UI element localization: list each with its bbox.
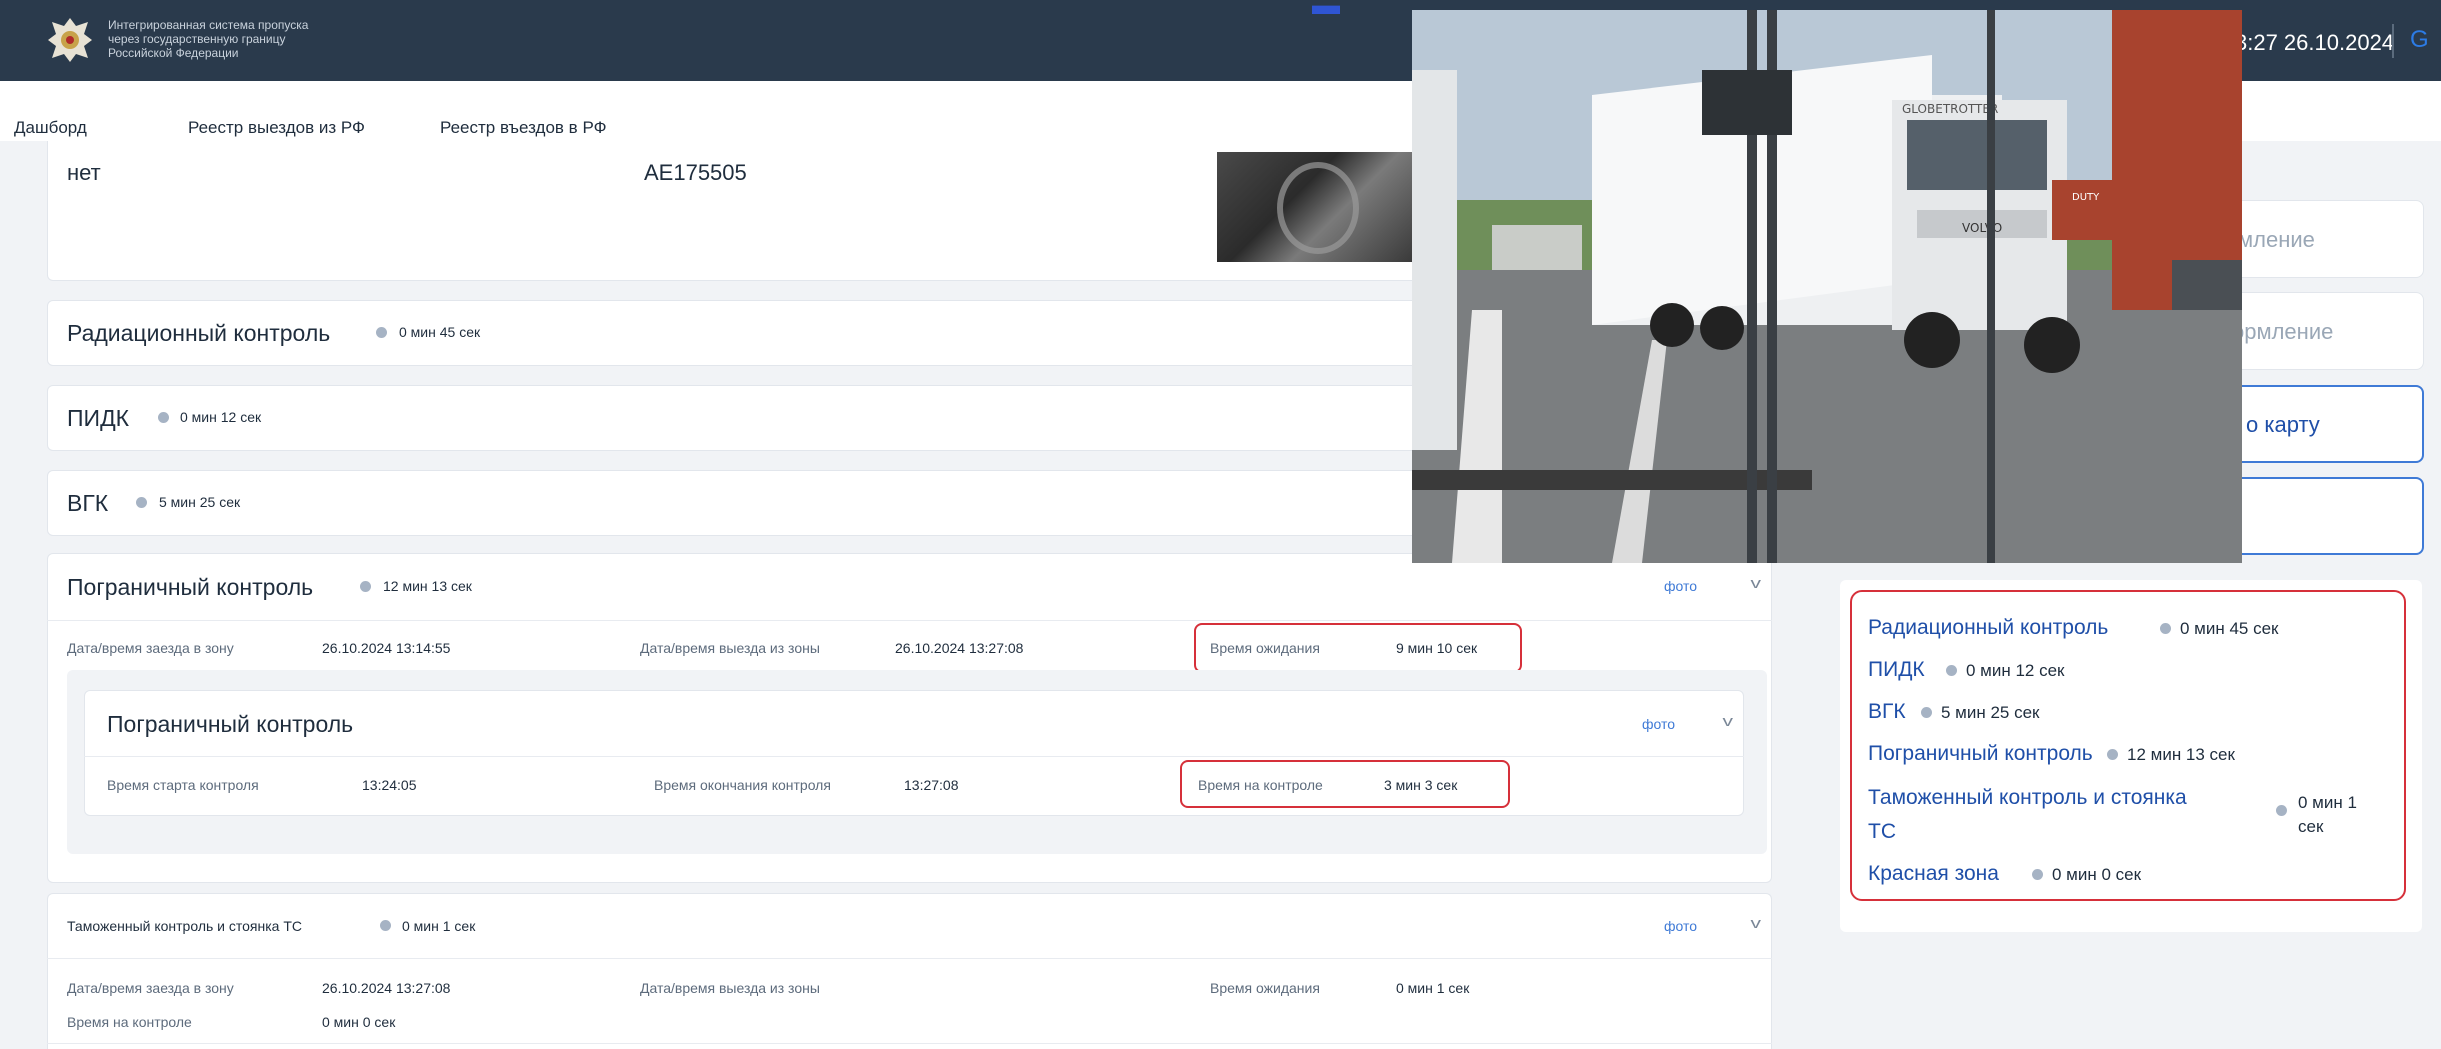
section-customs — [47, 893, 1772, 1049]
section-border-photo-link[interactable]: фото — [1664, 578, 1697, 594]
truck-photo-popup[interactable]: VOLVO GLOBETROTTER DUTY — [1412, 10, 2242, 563]
customs-entry-label: Дата/время заезда в зону — [67, 980, 234, 996]
nav-exit-registry[interactable]: Реестр выездов из РФ — [188, 118, 365, 138]
divider — [47, 620, 1772, 621]
org-line-2: через государственную границу — [108, 32, 286, 46]
section-border-title: Пограничный контроль — [67, 574, 314, 600]
customs-entry-value: 26.10.2024 13:27:08 — [322, 980, 451, 996]
border-wait-value: 9 мин 10 сек — [1396, 640, 1478, 656]
duty-sign: DUTY — [2072, 192, 2100, 203]
clock-icon — [380, 920, 391, 931]
border-inner-title: Пограничный контроль — [107, 711, 354, 737]
border-entry-value: 26.10.2024 13:14:55 — [322, 640, 451, 656]
summary-item-duration: 5 мин 25 сек — [1941, 703, 2040, 722]
truck-brand-label: VOLVO — [1962, 221, 2002, 235]
summary-item-label[interactable]: Радиационный контроль — [1868, 616, 2108, 640]
header-datetime: 3:27 26.10.2024 — [2235, 30, 2395, 55]
summary-item-duration: 0 мин 12 сек — [1966, 661, 2065, 680]
customs-exit-label: Дата/время выезда из зоны — [640, 980, 820, 996]
clock-icon — [360, 581, 371, 592]
section-border-duration: 12 мин 13 сек — [383, 578, 472, 594]
summary-item-duration-line2: сек — [2298, 817, 2324, 836]
divider — [47, 1043, 1772, 1044]
nav-entry-registry[interactable]: Реестр въездов в РФ — [440, 118, 607, 138]
vehicle-detail-photo[interactable] — [1217, 152, 1412, 262]
header-partial-mark: ▬ — [1312, 0, 1340, 20]
customs-control-value: 0 мин 0 сек — [322, 1014, 396, 1030]
chevron-down-icon[interactable]: v — [1751, 575, 1762, 592]
border-wait-label: Время ожидания — [1210, 640, 1320, 656]
vehicle-plate-value: АЕ175505 — [644, 160, 747, 185]
clock-icon — [2276, 805, 2287, 816]
clock-icon — [2160, 623, 2171, 634]
summary-item-duration: 0 мин 0 сек — [2052, 865, 2142, 884]
chevron-down-icon[interactable]: v — [1751, 915, 1762, 932]
section-customs-photo-link[interactable]: фото — [1664, 918, 1697, 934]
clock-icon — [1946, 665, 1957, 676]
summary-item-duration: 0 мин 45 сек — [2180, 619, 2279, 638]
org-name: Интегрированная система пропуска через г… — [108, 18, 308, 60]
summary-item-label[interactable]: Таможенный контроль и стоянка — [1868, 786, 2187, 810]
summary-item-label[interactable]: ВГК — [1868, 700, 1906, 724]
section-pidk-duration: 0 мин 12 сек — [180, 409, 262, 425]
truck-photo: VOLVO GLOBETROTTER DUTY — [1412, 10, 2242, 563]
customs-control-label: Время на контроле — [67, 1014, 192, 1030]
border-exit-value: 26.10.2024 13:27:08 — [895, 640, 1024, 656]
summary-item-duration: 0 мин 1 — [2298, 793, 2357, 812]
border-end-label: Время окончания контроля — [654, 777, 831, 793]
section-customs-duration: 0 мин 1 сек — [402, 918, 476, 934]
header-divider — [2392, 24, 2394, 58]
trailer-label: GLOBETROTTER — [1902, 102, 1998, 116]
chevron-down-icon[interactable]: v — [1723, 713, 1734, 730]
summary-item-label-line2: ТС — [1868, 820, 1896, 843]
section-vgk-duration: 5 мин 25 сек — [159, 494, 241, 510]
divider — [84, 756, 1744, 757]
nav-dashboard[interactable]: Дашборд — [14, 118, 87, 138]
summary-item-label[interactable]: ПИДК — [1868, 658, 1925, 682]
border-start-value: 13:24:05 — [362, 777, 417, 793]
org-line-1: Интегрированная система пропуска — [108, 18, 309, 32]
border-oncontrol-label: Время на контроле — [1198, 777, 1323, 793]
section-customs-title: Таможенный контроль и стоянка ТС — [67, 918, 303, 934]
border-entry-label: Дата/время заезда в зону — [67, 640, 234, 656]
border-oncontrol-value: 3 мин 3 сек — [1384, 777, 1458, 793]
border-start-label: Время старта контроля — [107, 777, 259, 793]
section-pidk-title: ПИДК — [67, 405, 130, 431]
map-button-label: о карту — [2246, 412, 2320, 437]
action-button-1-label: мление — [2238, 227, 2315, 252]
border-end-value: 13:27:08 — [904, 777, 959, 793]
org-line-3: Российской Федерации — [108, 46, 239, 60]
emblem-logo-icon — [48, 18, 92, 62]
section-radiation-title: Радиационный контроль — [67, 320, 331, 346]
summary-item-duration: 12 мин 13 сек — [2127, 745, 2235, 764]
clock-icon — [158, 412, 169, 423]
clock-icon — [136, 497, 147, 508]
header-menu-partial[interactable]: G — [2410, 26, 2429, 54]
border-inner-photo-link[interactable]: фото — [1642, 716, 1675, 732]
clock-icon — [2032, 869, 2043, 880]
clock-icon — [376, 327, 387, 338]
section-vgk-title: ВГК — [67, 490, 109, 516]
summary-item-label[interactable]: Пограничный контроль — [1868, 742, 2093, 766]
action-button-2-label: ормление — [2232, 319, 2334, 344]
customs-wait-value: 0 мин 1 сек — [1396, 980, 1470, 996]
section-radiation-duration: 0 мин 45 сек — [399, 324, 481, 340]
clock-icon — [2107, 749, 2118, 760]
clock-icon — [1921, 707, 1932, 718]
summary-item-label[interactable]: Красная зона — [1868, 862, 1999, 886]
customs-wait-label: Время ожидания — [1210, 980, 1320, 996]
border-exit-label: Дата/время выезда из зоны — [640, 640, 820, 656]
divider — [47, 958, 1772, 959]
vehicle-info-value-left: нет — [67, 160, 101, 185]
